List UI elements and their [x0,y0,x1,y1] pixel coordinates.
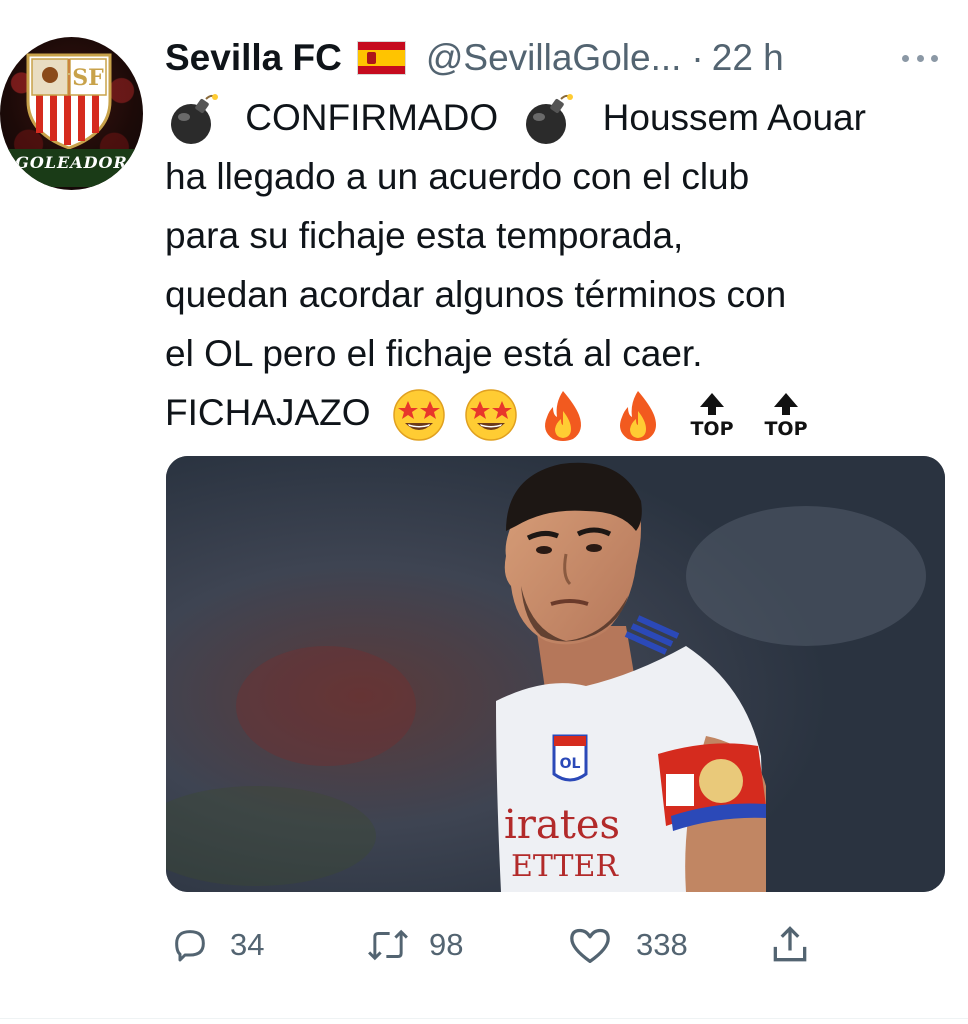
more-options-icon[interactable] [900,38,940,78]
heart-icon [570,928,610,963]
user-handle[interactable]: @SevillaGole... [426,37,682,79]
tweet-line: quedan acordar algunos términos con [165,274,787,315]
star-struck-emoji [465,389,517,441]
jersey-sponsor-text-2: ETTER [511,849,619,884]
reply-button[interactable]: 34 [170,915,264,975]
top-arrow-text: TOP [690,418,733,440]
retweet-icon [368,929,408,961]
tweet-word-confirmado: CONFIRMADO [245,97,499,138]
divider [0,1018,968,1019]
jersey-sponsor-text-1: irates [504,802,620,848]
spain-flag-icon [356,41,406,75]
retweet-count: 98 [429,927,464,962]
share-button[interactable] [768,915,812,975]
top-arrow-emoji: TOP [684,387,740,443]
tweet-word-fichajazo: FICHAJAZO [165,392,371,433]
tweet-line: ha llegado a un acuerdo con el club [165,156,750,197]
tweet-actions: 34 98 338 [165,915,955,975]
top-arrow-text: TOP [765,418,808,440]
avatar-ribbon-text: GOLEADOR [15,153,128,172]
star-struck-emoji [393,389,445,441]
tweet-text: CONFIRMADO Houssem Aouar ha llegado a un… [165,88,955,442]
tweet-player-name: Houssem Aouar [602,97,866,138]
tweet-line: CONFIRMADO Houssem Aouar [165,88,955,147]
share-icon [773,926,807,962]
player-photo: OL irates ETTER [166,456,945,892]
bomb-emoji [526,94,574,145]
tweet-line: FICHAJAZO TOP TOP [165,383,955,442]
like-count: 338 [636,927,688,962]
like-button[interactable]: 338 [568,915,688,975]
tweet-media-photo[interactable]: OL irates ETTER [166,456,945,892]
tweet-line: para su fichaje esta temporada, [165,215,684,256]
fire-emoji [545,391,582,442]
separator-dot: · [691,37,704,78]
bomb-emoji [171,94,218,145]
sevilla-crest-icon: SF [26,53,112,150]
reply-count: 34 [230,927,265,962]
retweet-button[interactable]: 98 [365,915,463,975]
avatar[interactable]: SF GOLEADOR [0,37,143,190]
reply-icon [175,930,205,962]
tweet-header: Sevilla FC @SevillaGole... · 22 h [165,35,965,81]
tweet-line: el OL pero el fichaje está al caer. [165,333,703,374]
timestamp[interactable]: 22 h [712,37,784,79]
fire-emoji [619,391,656,442]
crest-letters: SF [72,65,104,91]
top-arrow-emoji: TOP [758,387,814,443]
display-name[interactable]: Sevilla FC [165,37,342,79]
jersey-badge-text: OL [560,756,581,772]
